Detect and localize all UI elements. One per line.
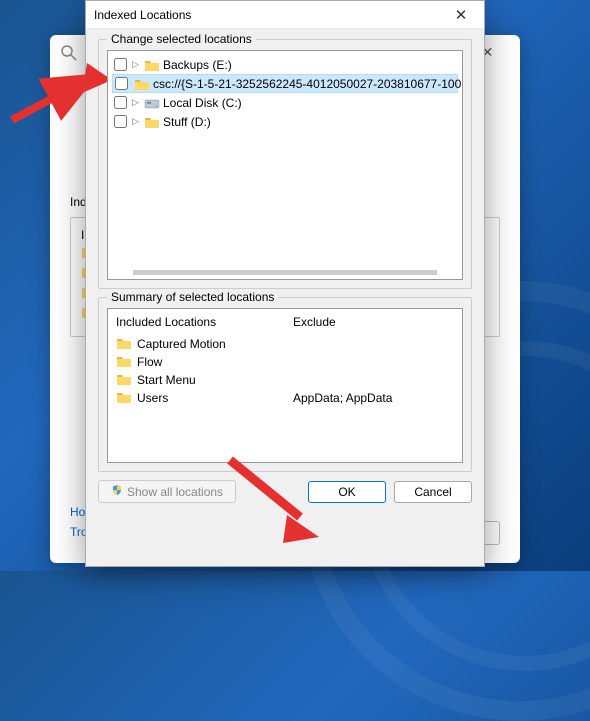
change-group-label: Change selected locations bbox=[107, 32, 256, 46]
show-all-locations-button[interactable]: Show all locations bbox=[98, 480, 236, 503]
summary-box: Included Locations Captured Motion Flow St… bbox=[107, 308, 463, 463]
tree-checkbox[interactable] bbox=[115, 77, 128, 90]
included-header: Included Locations bbox=[116, 315, 277, 329]
exclude-item: AppData; AppData bbox=[293, 389, 454, 407]
titlebar: Indexed Locations ✕ bbox=[86, 1, 484, 29]
included-item[interactable]: Users bbox=[116, 389, 277, 407]
included-item-label: Users bbox=[137, 391, 168, 405]
exclude-column: Exclude AppData; AppData bbox=[285, 309, 462, 462]
folder-icon bbox=[134, 76, 150, 92]
tree-item-label: Backups (E:) bbox=[163, 58, 232, 72]
summary-group: Summary of selected locations Included L… bbox=[98, 297, 472, 472]
close-button[interactable]: ✕ bbox=[446, 4, 476, 26]
locations-tree[interactable]: ▷ Backups (E:) csc://{S-1-5-21-3252562245-… bbox=[107, 50, 463, 280]
folder-icon bbox=[116, 336, 132, 353]
indexed-locations-dialog: Indexed Locations ✕ Change selected loca… bbox=[85, 0, 485, 567]
show-all-label: Show all locations bbox=[127, 485, 223, 499]
tree-item[interactable]: ▷ Local Disk (C:) bbox=[112, 93, 458, 112]
exclude-item bbox=[293, 353, 454, 371]
included-item[interactable]: Start Menu bbox=[116, 371, 277, 389]
exclude-header: Exclude bbox=[293, 315, 454, 329]
tree-item-label: Local Disk (C:) bbox=[163, 96, 242, 110]
exclude-item bbox=[293, 335, 454, 353]
tree-checkbox[interactable] bbox=[114, 115, 127, 128]
tree-item[interactable]: ▷ Stuff (D:) bbox=[112, 112, 458, 131]
folder-icon bbox=[144, 114, 160, 130]
included-item-label: Start Menu bbox=[137, 373, 196, 387]
tree-item[interactable]: ▷ Backups (E:) bbox=[112, 55, 458, 74]
change-locations-group: Change selected locations ▷Backups (E:)c… bbox=[98, 39, 472, 289]
folder-icon bbox=[116, 390, 132, 407]
tree-item-label: Stuff (D:) bbox=[163, 115, 211, 129]
dialog-title: Indexed Locations bbox=[94, 8, 446, 22]
summary-group-label: Summary of selected locations bbox=[107, 290, 278, 304]
folder-icon bbox=[144, 57, 160, 73]
chevron-right-icon[interactable]: ▷ bbox=[130, 97, 141, 108]
tree-checkbox[interactable] bbox=[114, 58, 127, 71]
tree-item-label: csc://{S-1-5-21-3252562245-4012050027-20… bbox=[153, 77, 463, 91]
cancel-button[interactable]: Cancel bbox=[394, 481, 472, 503]
folder-icon bbox=[116, 354, 132, 371]
exclude-item bbox=[293, 371, 454, 389]
included-item[interactable]: Captured Motion bbox=[116, 335, 277, 353]
horizontal-scrollbar[interactable] bbox=[133, 270, 437, 275]
tree-checkbox[interactable] bbox=[114, 96, 127, 109]
ok-button[interactable]: OK bbox=[308, 481, 386, 503]
chevron-right-icon[interactable]: ▷ bbox=[130, 116, 141, 127]
disk-icon bbox=[144, 95, 160, 111]
shield-icon bbox=[111, 484, 123, 499]
included-item-label: Flow bbox=[137, 355, 162, 369]
chevron-right-icon[interactable]: ▷ bbox=[130, 59, 141, 70]
search-icon bbox=[60, 44, 78, 62]
dialog-button-row: Show all locations OK Cancel bbox=[98, 480, 472, 503]
included-item[interactable]: Flow bbox=[116, 353, 277, 371]
tree-item[interactable]: csc://{S-1-5-21-3252562245-4012050027-20… bbox=[112, 74, 458, 93]
included-item-label: Captured Motion bbox=[137, 337, 226, 351]
included-column: Included Locations Captured Motion Flow St… bbox=[108, 309, 285, 462]
folder-icon bbox=[116, 372, 132, 389]
